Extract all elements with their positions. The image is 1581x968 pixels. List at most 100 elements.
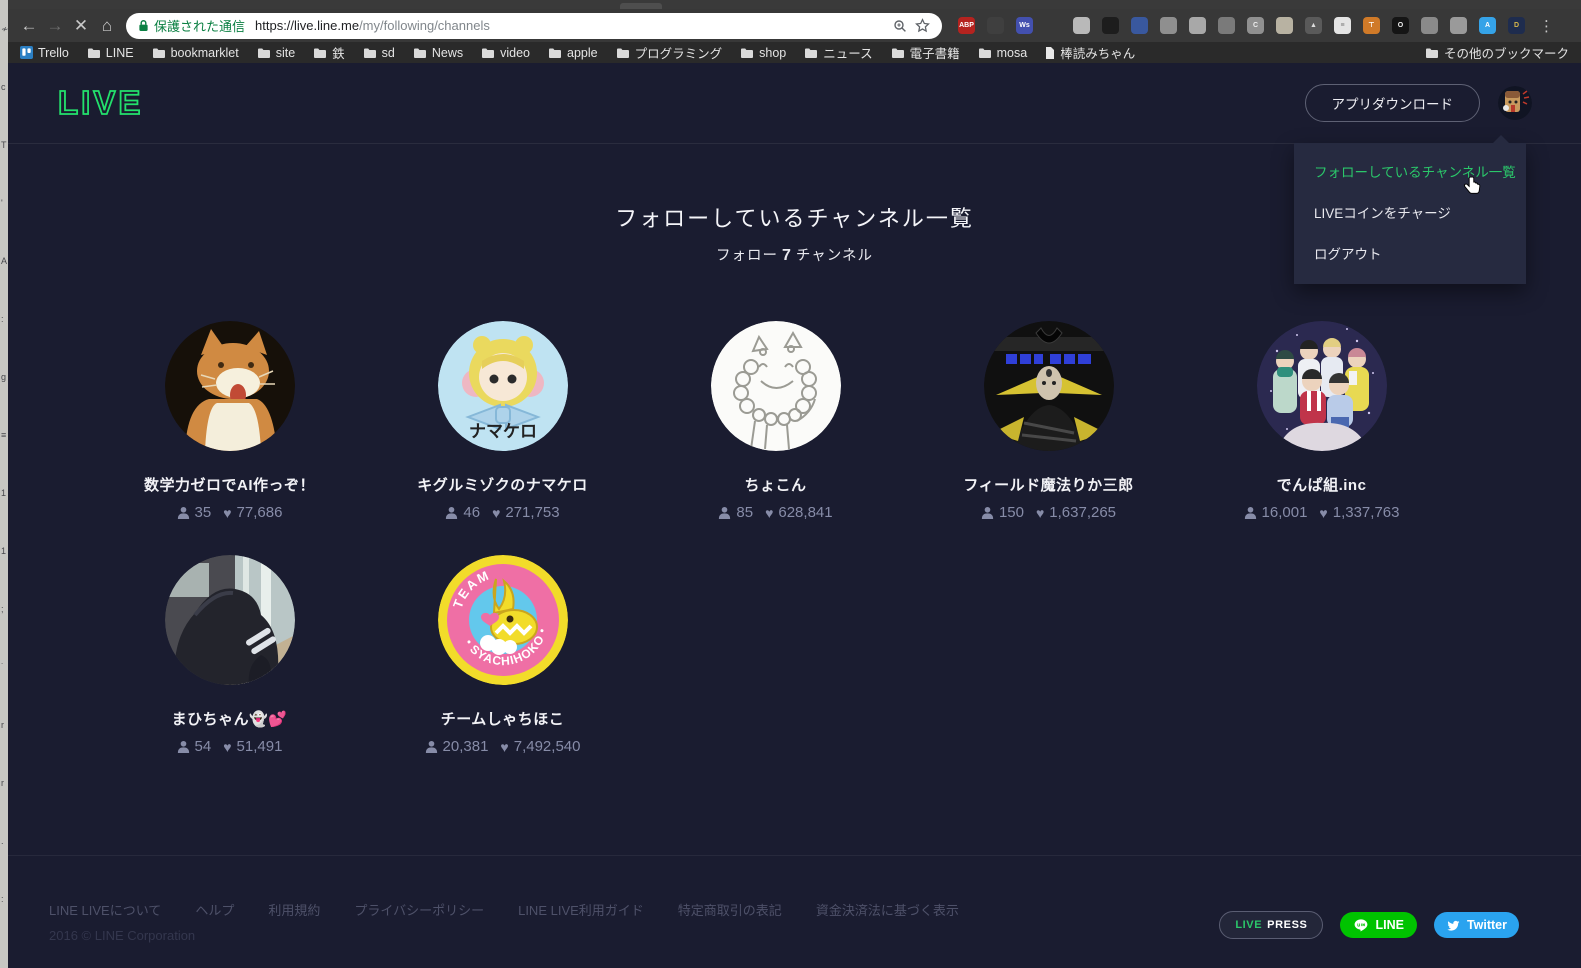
translate-icon[interactable]: A [1479, 17, 1496, 34]
channel-avatar[interactable] [710, 321, 841, 451]
bookmark-star-icon[interactable] [915, 18, 930, 33]
bookmark-item[interactable]: mosa [978, 45, 1028, 60]
channel-avatar[interactable] [1256, 321, 1387, 451]
active-tab[interactable] [620, 3, 662, 9]
footer-link-terms[interactable]: 利用規約 [268, 900, 320, 919]
channel-card[interactable]: まひちゃん👻💕 54 ♥ 51,491 [93, 555, 366, 755]
channel-avatar[interactable] [164, 321, 295, 451]
bookmark-item[interactable]: apple [548, 46, 598, 60]
channel-card[interactable]: フィールド魔法りか三郎 150 ♥ 1,637,265 [912, 321, 1185, 521]
menu-item-charge-coins[interactable]: LIVEコインをチャージ [1294, 193, 1526, 234]
forward-icon[interactable]: → [42, 16, 68, 36]
bookmark-item[interactable]: 棒読みちゃん [1045, 43, 1135, 62]
channel-stats: 16,001 ♥ 1,337,763 [1185, 504, 1458, 521]
bookmark-item[interactable]: 鉄 [313, 43, 345, 62]
app-download-button[interactable]: アプリダウンロード [1304, 84, 1480, 122]
bookmark-item[interactable]: Trello [20, 46, 69, 60]
triangle-icon[interactable]: ▲ [1305, 17, 1322, 34]
user-avatar[interactable] [1498, 86, 1532, 120]
shield-icon[interactable] [1218, 17, 1235, 34]
footer-link-about[interactable]: LINE LIVEについて [49, 900, 161, 919]
hearts-icon: ♥ [500, 738, 509, 755]
live-logo[interactable]: LIVE [57, 82, 145, 124]
swirl-icon[interactable] [1160, 17, 1177, 34]
press-rest-label: PRESS [1267, 919, 1308, 931]
secure-indicator[interactable]: 保護された通信 [138, 16, 245, 35]
channel-card[interactable]: でんぱ組.inc 16,001 ♥ 1,337,763 [1185, 321, 1458, 521]
back-icon[interactable]: ← [16, 16, 42, 36]
bookmark-item[interactable]: sd [363, 46, 395, 60]
live-press-button[interactable]: LIVE PRESS [1219, 911, 1324, 939]
channel-card[interactable]: 数学力ゼロでAI作っぞ！ 35 ♥ 77,686 [93, 321, 366, 521]
subtitle-suffix: チャンネル [795, 248, 873, 264]
url-bar[interactable]: 保護された通信 https://live.line.me/my/followin… [126, 12, 942, 39]
wordservice-icon[interactable]: Ws [1016, 17, 1033, 34]
gray-one-icon[interactable] [1421, 17, 1438, 34]
channel-avatar[interactable] [164, 555, 295, 685]
line-button[interactable]: LINE [1340, 912, 1417, 938]
menu-item-following-channels[interactable]: フォローしているチャンネル一覧 [1294, 152, 1526, 193]
subtitle-count: 7 [782, 247, 792, 264]
channel-avatar[interactable]: TEAM ・SYACHIHOKO・ [437, 555, 568, 685]
browser-menu-icon[interactable]: ⋮ [1539, 17, 1554, 35]
bookmarks-row: Trello LINE bookmarklet site 鉄 sd News video app… [20, 43, 1135, 62]
channel-grid: 数学力ゼロでAI作っぞ！ 35 ♥ 77,686 ナマケロ キグルミゾクのナマケ… [93, 321, 1458, 789]
channel-card[interactable]: TEAM ・SYACHIHOKO・ チームしゃちほこ 20,381 ♥ 7,492… [366, 555, 639, 755]
folder-icon [313, 47, 327, 59]
footer-link-guide[interactable]: LINE LIVE利用ガイド [518, 900, 644, 919]
bookmark-item[interactable]: bookmarklet [152, 46, 239, 60]
channel-card[interactable]: ちょこん 85 ♥ 628,841 [639, 321, 912, 521]
bookmark-item[interactable]: LINE [87, 46, 134, 60]
mail-icon[interactable] [987, 17, 1004, 34]
home-icon[interactable]: ⌂ [94, 16, 120, 36]
bookmark-label: LINE [105, 45, 134, 60]
bookmark-item[interactable]: video [481, 46, 530, 60]
footer-link-settlement[interactable]: 資金決済法に基づく表示 [816, 900, 959, 919]
bookmark-label: mosa [996, 45, 1028, 60]
hearts-count: 628,841 [778, 504, 833, 521]
menu-item-logout[interactable]: ログアウト [1294, 234, 1526, 275]
bookmark-item[interactable]: 電子書籍 [891, 43, 960, 62]
footer-link-commerce[interactable]: 特定商取引の表記 [678, 900, 782, 919]
panda-icon[interactable] [1102, 17, 1119, 34]
followers-count: 46 [463, 504, 481, 521]
bookmark-item[interactable]: site [257, 46, 295, 60]
channel-avatar[interactable] [983, 321, 1114, 451]
bookmark-label: 電子書籍 [909, 47, 960, 61]
bookmark-item[interactable]: News [413, 46, 463, 60]
bookmark-label: Trello [38, 45, 69, 60]
adblock-icon[interactable]: ABP [958, 17, 975, 34]
url-host: https://live.line.me [255, 18, 360, 33]
channel-avatar[interactable]: ナマケロ [437, 321, 568, 451]
bookmark-item[interactable]: プログラミング [616, 43, 722, 62]
flag-icon[interactable] [1131, 17, 1148, 34]
followers-count: 16,001 [1261, 504, 1308, 521]
onetab-icon[interactable]: O [1392, 17, 1409, 34]
channel-stats: 46 ♥ 271,753 [366, 504, 639, 521]
bookmark-item[interactable]: ニュース [804, 43, 873, 62]
zoom-icon[interactable] [893, 19, 907, 33]
channel-card[interactable]: ナマケロ キグルミゾクのナマケロ 46 ♥ 271,753 [366, 321, 639, 521]
channel-name: キグルミゾクのナマケロ [417, 477, 588, 494]
d-ext-icon[interactable]: D [1508, 17, 1525, 34]
hearts-icon: ♥ [765, 504, 774, 521]
doc-icon[interactable]: ≡ [1334, 17, 1351, 34]
footer-link-help[interactable]: ヘルプ [195, 900, 234, 919]
footer-link-privacy[interactable]: プライバシーポリシー [354, 900, 484, 919]
bookmark-label: apple [567, 45, 598, 60]
stop-icon[interactable]: ✕ [68, 16, 94, 36]
folder-icon [616, 47, 630, 59]
channel-name: ちょこん [744, 477, 807, 494]
note-icon[interactable] [1276, 17, 1293, 34]
gray-two-icon[interactable] [1450, 17, 1467, 34]
trello-icon [20, 46, 33, 59]
bookmark-item[interactable]: shop [740, 46, 786, 60]
other-bookmarks[interactable]: その他のブックマーク [1425, 43, 1569, 62]
twitter-button[interactable]: Twitter [1433, 912, 1519, 938]
bookmark-label: sd [381, 45, 395, 60]
c-ext-icon[interactable]: C [1247, 17, 1264, 34]
folder-icon [978, 47, 992, 59]
bulb-icon[interactable] [1189, 17, 1206, 34]
lamp-icon[interactable] [1073, 17, 1090, 34]
tampermonkey-icon[interactable]: ⊤ [1363, 17, 1380, 34]
